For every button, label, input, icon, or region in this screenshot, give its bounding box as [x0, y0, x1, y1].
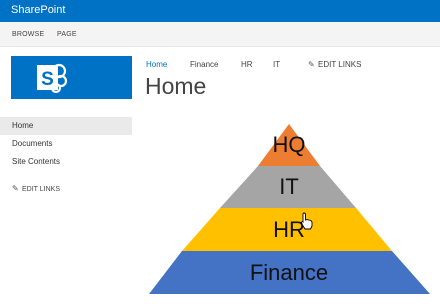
- pyramid-label-hr: HR: [273, 217, 305, 242]
- pyramid-diagram: HQ IT HR Finance: [149, 124, 430, 294]
- pyramid-label-hq: HQ: [273, 132, 306, 157]
- pyramid-label-it: IT: [279, 174, 299, 199]
- pyramid-label-finance: Finance: [250, 260, 328, 285]
